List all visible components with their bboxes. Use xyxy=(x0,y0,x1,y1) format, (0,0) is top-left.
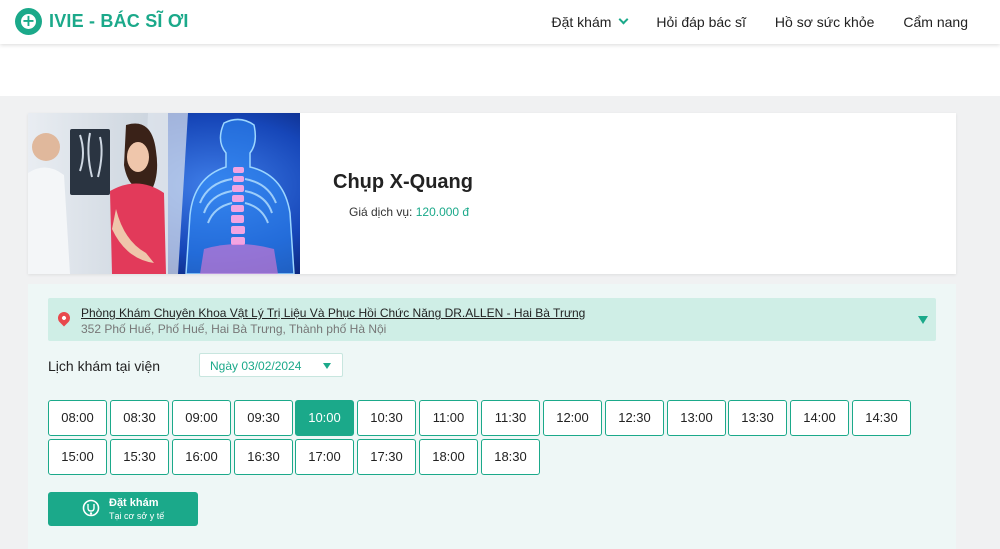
clinic-selector[interactable]: Phòng Khám Chuyên Khoa Vật Lý Trị Liệu V… xyxy=(48,298,936,341)
time-slot-button[interactable]: 16:00 xyxy=(172,439,231,475)
book-button-title: Đặt khám xyxy=(109,497,159,509)
nav-item-booking[interactable]: Đặt khám xyxy=(551,14,629,30)
logo-text: IVIE - BÁC SĨ ƠI xyxy=(49,11,189,31)
service-title: Chụp X-Quang xyxy=(333,171,473,193)
time-slot-button[interactable]: 18:30 xyxy=(481,439,540,475)
service-card: Chụp X-Quang Giá dịch vụ: 120.000 đ xyxy=(28,113,956,274)
nav-item-ask-doctor[interactable]: Hỏi đáp bác sĩ xyxy=(656,14,746,30)
site-logo[interactable]: IVIE - BÁC SĨ ƠI xyxy=(15,8,189,35)
time-slot-button[interactable]: 08:30 xyxy=(110,400,169,436)
schedule-label: Lịch khám tại viện xyxy=(48,358,161,374)
clinic-address: 352 Phố Huế, Phố Huế, Hai Bà Trưng, Thàn… xyxy=(81,322,387,336)
caret-down-icon xyxy=(323,363,331,369)
time-slot-button[interactable]: 09:00 xyxy=(172,400,231,436)
time-slot-button[interactable]: 11:30 xyxy=(481,400,540,436)
booking-panel: Phòng Khám Chuyên Khoa Vật Lý Trị Liệu V… xyxy=(28,284,956,549)
main-nav: Đặt khám Hỏi đáp bác sĩ Hồ sơ sức khỏe C… xyxy=(523,0,969,44)
logo-icon xyxy=(15,8,42,35)
nav-item-label: Hỏi đáp bác sĩ xyxy=(656,14,746,30)
location-pin-icon xyxy=(55,309,73,327)
book-button-subtitle: Tại cơ sở y tế xyxy=(109,511,165,521)
selected-date: Ngày 03/02/2024 xyxy=(210,359,302,373)
date-select[interactable]: Ngày 03/02/2024 xyxy=(199,353,343,377)
time-slot-button[interactable]: 11:00 xyxy=(419,400,478,436)
time-slot-button[interactable]: 10:30 xyxy=(357,400,416,436)
xray-service-image xyxy=(28,113,300,274)
nav-item-label: Cẩm nang xyxy=(903,14,968,30)
stethoscope-icon xyxy=(82,499,100,517)
chevron-down-icon xyxy=(618,14,629,25)
nav-item-label: Hồ sơ sức khỏe xyxy=(774,14,875,30)
clinic-name-link[interactable]: Phòng Khám Chuyên Khoa Vật Lý Trị Liệu V… xyxy=(81,306,585,320)
time-slot-button[interactable]: 14:30 xyxy=(852,400,911,436)
nav-item-label: Đặt khám xyxy=(551,14,612,30)
time-slot-button[interactable]: 08:00 xyxy=(48,400,107,436)
site-header: IVIE - BÁC SĨ ƠI Đặt khám Hỏi đáp bác sĩ… xyxy=(0,0,1000,44)
price-label: Giá dịch vụ: xyxy=(349,205,413,219)
time-slot-button[interactable]: 12:00 xyxy=(543,400,602,436)
time-slot-button[interactable]: 15:30 xyxy=(110,439,169,475)
nav-item-health-records[interactable]: Hồ sơ sức khỏe xyxy=(775,14,874,30)
time-slot-button[interactable]: 18:00 xyxy=(419,439,478,475)
time-slot-button[interactable]: 15:00 xyxy=(48,439,107,475)
xray-illustration xyxy=(28,113,300,274)
time-slot-button[interactable]: 16:30 xyxy=(234,439,293,475)
nav-item-handbook[interactable]: Cẩm nang xyxy=(903,14,968,30)
book-appointment-button[interactable]: Đặt khám Tại cơ sở y tế xyxy=(48,492,198,526)
caret-down-icon[interactable] xyxy=(918,316,928,324)
time-slot-button[interactable]: 09:30 xyxy=(234,400,293,436)
time-slot-button[interactable]: 17:30 xyxy=(357,439,416,475)
time-slot-button[interactable]: 12:30 xyxy=(605,400,664,436)
time-slot-button[interactable]: 14:00 xyxy=(790,400,849,436)
price-value: 120.000 đ xyxy=(415,205,470,219)
time-slot-button[interactable]: 13:30 xyxy=(728,400,787,436)
service-price: Giá dịch vụ: 120.000 đ xyxy=(349,205,469,219)
time-slot-button[interactable]: 10:00 xyxy=(295,400,354,436)
top-spacer xyxy=(0,44,1000,96)
time-slot-button[interactable]: 17:00 xyxy=(295,439,354,475)
time-slot-button[interactable]: 13:00 xyxy=(667,400,726,436)
